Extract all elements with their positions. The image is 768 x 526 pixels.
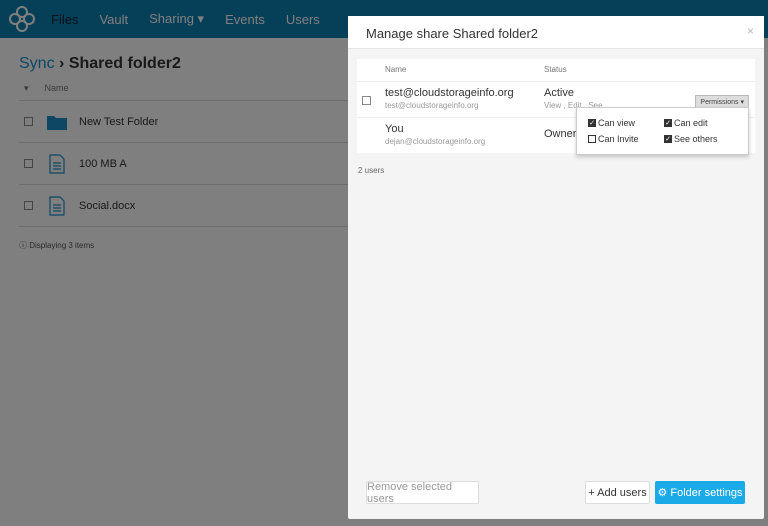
user-email: test@cloudstorageinfo.org [385, 101, 479, 110]
manage-share-dialog: Manage share Shared folder2 × Name Status … [348, 16, 764, 519]
add-users-button[interactable]: + Add users [585, 481, 650, 504]
option-see-others[interactable]: ✓ See others [664, 134, 718, 144]
dialog-title: Manage share Shared folder2 [366, 26, 539, 41]
option-can-edit[interactable]: ✓ Can edit [664, 118, 708, 128]
user-name: test@cloudstorageinfo.org [385, 87, 514, 99]
checkbox-checked[interactable]: ✓ [664, 135, 672, 143]
option-can-invite[interactable]: Can Invite [588, 134, 639, 144]
user-count: 2 users [358, 166, 385, 175]
user-email: dejan@cloudstorageinfo.org [385, 137, 486, 146]
checkbox-unchecked[interactable] [588, 135, 596, 143]
user-status: Owner [544, 128, 577, 140]
name-header: Name [385, 65, 407, 74]
close-icon[interactable]: × [747, 24, 754, 38]
checkbox-checked[interactable]: ✓ [664, 119, 672, 127]
option-can-view[interactable]: ✓ Can view [588, 118, 635, 128]
remove-selected-users-button[interactable]: Remove selected users [366, 481, 479, 505]
gear-icon: ⚙ [657, 487, 668, 499]
checkbox-checked[interactable]: ✓ [588, 119, 596, 127]
permissions-dropdown: ✓ Can view ✓ Can edit Can Invite ✓ See othe… [576, 107, 749, 155]
user-checkbox[interactable] [362, 96, 371, 105]
folder-settings-button[interactable]: ⚙ Folder settings [655, 481, 745, 504]
user-status: Active [544, 87, 574, 99]
status-header: Status [544, 65, 567, 74]
user-name: You [385, 123, 404, 135]
